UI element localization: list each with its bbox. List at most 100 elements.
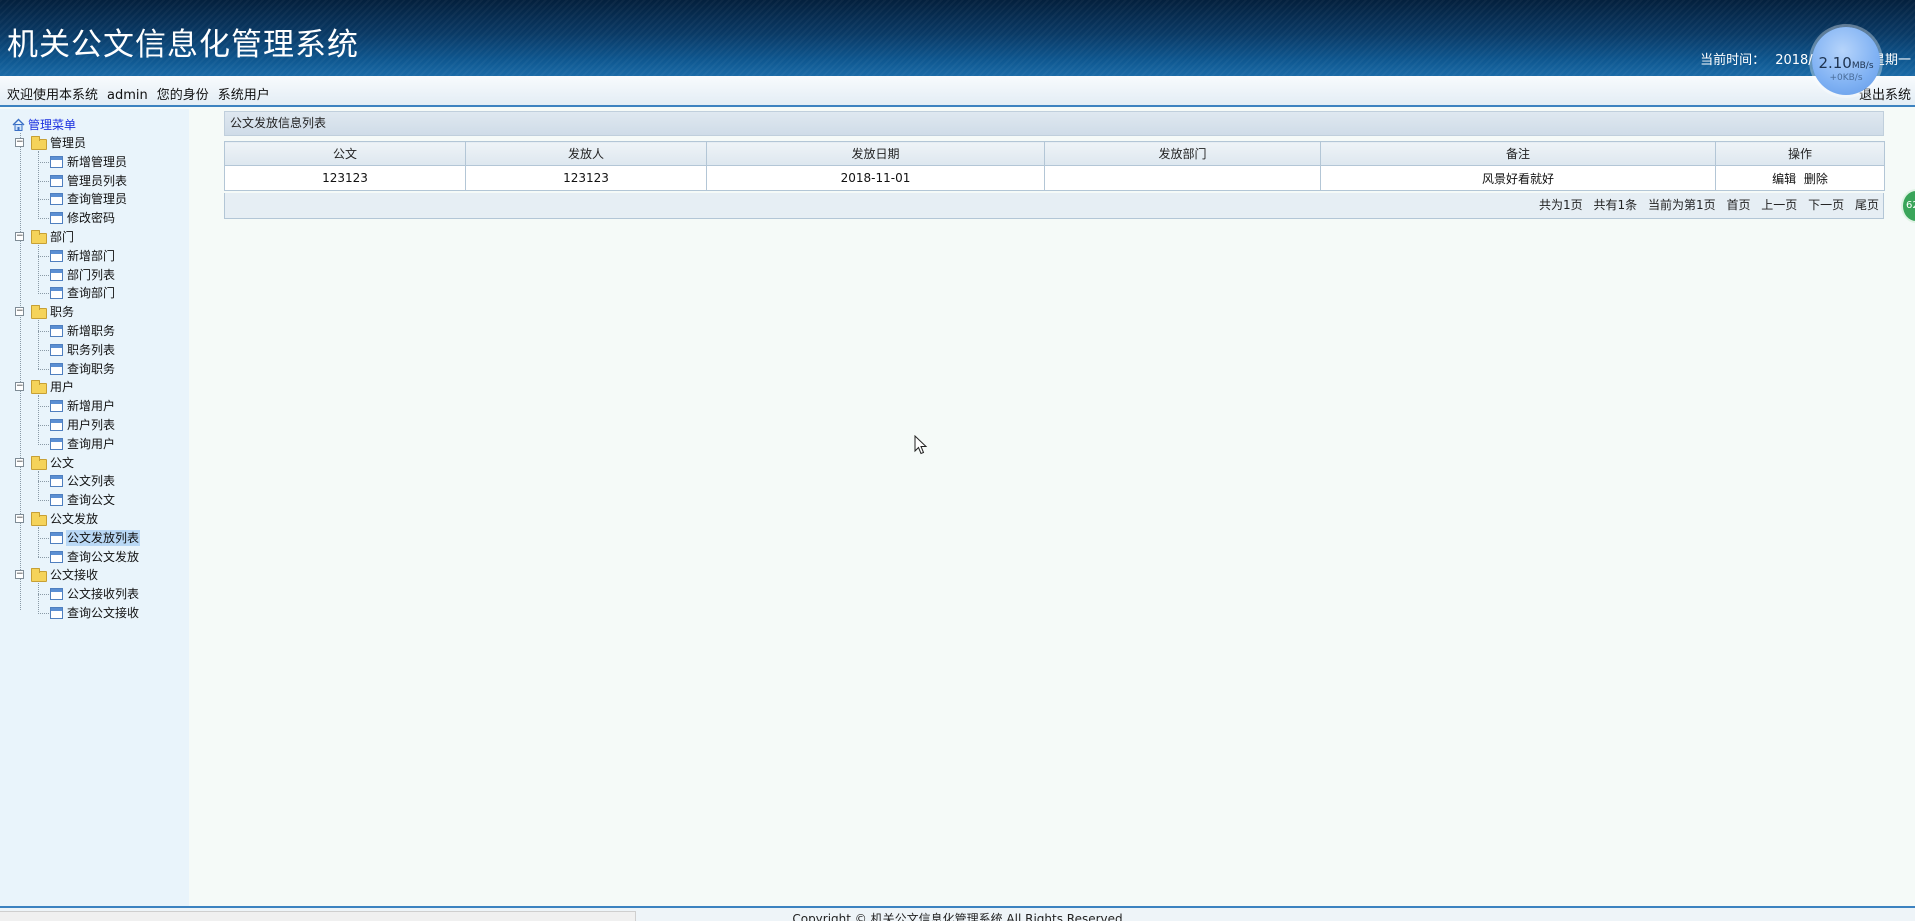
page-icon (50, 174, 63, 187)
sidebar-item-0-0[interactable]: 新增管理员 (0, 154, 189, 170)
tree-group-6[interactable]: − 公文接收 (0, 567, 189, 583)
collapse-toggle-icon[interactable]: − (15, 138, 24, 147)
sidebar-item-6-1[interactable]: 查询公文接收 (0, 605, 189, 621)
sidebar-item-label[interactable]: 公文发放列表 (66, 529, 141, 546)
tree-group-label[interactable]: 用户 (49, 379, 75, 395)
sidebar-item-label[interactable]: 新增职务 (66, 323, 116, 339)
app-title: 机关公文信息化管理系统 (7, 27, 359, 63)
speed-unit: MB/s (1851, 61, 1874, 71)
sidebar-item-label[interactable]: 查询公文接收 (66, 605, 140, 621)
sidebar-item-6-0[interactable]: 公文接收列表 (0, 586, 189, 602)
next-page-link[interactable]: 下一页 (1808, 198, 1844, 212)
current-page: 当前为第1页 (1647, 198, 1716, 212)
sidebar-item-label[interactable]: 查询用户 (66, 436, 116, 452)
tree-branch-line (38, 613, 49, 614)
sidebar-item-label[interactable]: 查询公文 (66, 492, 116, 508)
tree-group-label[interactable]: 公文 (49, 455, 75, 471)
sidebar-item-0-2[interactable]: 查询管理员 (0, 191, 189, 207)
sidebar-item-3-2[interactable]: 查询用户 (0, 436, 189, 452)
first-page-link[interactable]: 首页 (1726, 198, 1750, 212)
sidebar-item-3-1[interactable]: 用户列表 (0, 417, 189, 433)
welcome-bar: 欢迎使用本系统 admin 您的身份 系统用户 退出系统 (0, 76, 1915, 107)
sidebar-item-5-0[interactable]: 公文发放列表 (0, 529, 189, 546)
sidebar-item-label[interactable]: 查询职务 (66, 361, 116, 377)
tree-group-4[interactable]: − 公文 (0, 455, 189, 471)
page-icon (50, 287, 63, 300)
sidebar-item-1-2[interactable]: 查询部门 (0, 285, 189, 301)
sidebar-item-1-1[interactable]: 部门列表 (0, 267, 189, 283)
sidebar-item-0-1[interactable]: 管理员列表 (0, 173, 189, 189)
network-speed-widget[interactable]: 2.10MB/s +0KB/s (1812, 27, 1880, 95)
column-header-date: 发放日期 (706, 141, 1045, 166)
collapse-toggle-icon[interactable]: − (15, 382, 24, 392)
sidebar-item-label[interactable]: 公文列表 (66, 473, 116, 489)
cell-date: 2018-11-01 (706, 165, 1045, 191)
tree-trunk-line (38, 245, 39, 295)
collapse-toggle-icon[interactable]: − (15, 570, 24, 580)
sidebar-item-label[interactable]: 职务列表 (66, 342, 116, 358)
tree-group-3[interactable]: − 用户 (0, 379, 189, 395)
sidebar-item-label[interactable]: 查询管理员 (66, 191, 128, 207)
tree-branch-line (38, 199, 49, 201)
page-icon (50, 362, 63, 375)
tree-group-2[interactable]: − 职务 (0, 304, 189, 320)
sidebar-item-4-0[interactable]: 公文列表 (0, 473, 189, 489)
tree-branch-line (38, 556, 49, 558)
collapse-toggle-icon[interactable]: − (15, 457, 24, 467)
tree-branch-line (38, 349, 49, 351)
sidebar-item-label[interactable]: 管理员列表 (66, 173, 128, 189)
collapse-toggle-icon[interactable]: − (15, 307, 24, 317)
sidebar-item-label[interactable]: 查询公文发放 (66, 549, 140, 565)
sidebar-item-label[interactable]: 查询部门 (66, 285, 116, 301)
sidebar-item-3-0[interactable]: 新增用户 (0, 398, 189, 414)
sidebar-item-label[interactable]: 修改密码 (66, 210, 116, 226)
sidebar-item-0-3[interactable]: 修改密码 (0, 210, 189, 226)
tree-trunk-line (38, 151, 39, 219)
sidebar-item-2-1[interactable]: 职务列表 (0, 342, 189, 358)
tree-group-label[interactable]: 公文发放 (49, 511, 99, 527)
last-page-link[interactable]: 尾页 (1855, 198, 1879, 212)
folder-icon (31, 512, 47, 526)
delete-link[interactable]: 删除 (1804, 172, 1828, 186)
tree-branch-line (38, 331, 49, 332)
tree-trunk-line (38, 470, 39, 501)
sidebar-item-label[interactable]: 用户列表 (66, 417, 116, 433)
collapse-toggle-icon[interactable]: − (15, 514, 24, 523)
tree-branch-line (38, 274, 49, 276)
tree-group-1[interactable]: − 部门 (0, 229, 189, 245)
current-user: admin (107, 88, 148, 103)
sidebar-item-label[interactable]: 公文接收列表 (66, 586, 140, 602)
page-icon (50, 325, 63, 337)
sidebar-item-label[interactable]: 部门列表 (66, 267, 116, 283)
sidebar-item-label[interactable]: 新增用户 (66, 398, 116, 414)
menu-root[interactable]: 管理菜单 (12, 117, 77, 133)
sidebar-item-label[interactable]: 新增部门 (66, 248, 116, 264)
pagination: 共为1页 共有1条 当前为第1页 首页 上一页 下一页 尾页 (224, 193, 1884, 219)
sidebar-item-2-2[interactable]: 查询职务 (0, 361, 189, 377)
collapse-toggle-icon[interactable]: − (15, 232, 24, 241)
tree-group-0[interactable]: − 管理员 (0, 135, 189, 151)
column-header-dept: 发放部门 (1044, 141, 1321, 166)
edit-link[interactable]: 编辑 (1772, 172, 1796, 186)
tree-branch-line (38, 180, 49, 182)
cell-remark: 风景好看就好 (1320, 165, 1716, 191)
tree-trunk-line (38, 527, 39, 558)
sidebar-item-label[interactable]: 新增管理员 (66, 154, 128, 170)
sidebar-item-5-1[interactable]: 查询公文发放 (0, 549, 189, 565)
sidebar-item-1-0[interactable]: 新增部门 (0, 248, 189, 264)
column-header-actions: 操作 (1715, 141, 1885, 166)
sidebar: 管理菜单 − 管理员新增管理员管理员列表查询管理员修改密码 − 部门新增部门部门列表查… (0, 109, 189, 906)
tree-group-label[interactable]: 职务 (49, 304, 75, 320)
tree-branch-line (38, 218, 49, 220)
side-floating-badge[interactable]: 62 (1901, 189, 1915, 223)
role-label: 您的身份 (156, 88, 209, 103)
sidebar-item-2-0[interactable]: 新增职务 (0, 323, 189, 339)
tree-group-label[interactable]: 公文接收 (49, 567, 99, 583)
folder-icon (31, 305, 47, 320)
sidebar-item-4-1[interactable]: 查询公文 (0, 492, 189, 508)
tree-group-label[interactable]: 管理员 (49, 135, 87, 151)
menu-root-label: 管理菜单 (28, 118, 77, 132)
prev-page-link[interactable]: 上一页 (1761, 198, 1797, 212)
tree-group-5[interactable]: − 公文发放 (0, 511, 189, 527)
tree-group-label[interactable]: 部门 (49, 229, 75, 245)
